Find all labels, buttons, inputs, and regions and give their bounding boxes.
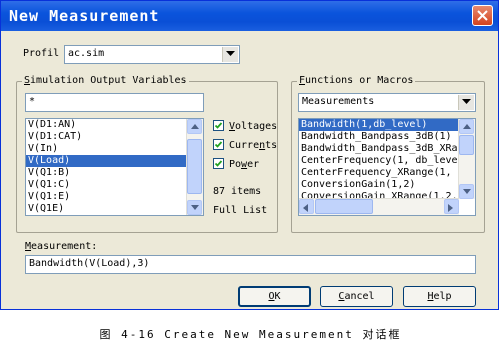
measurement-label: Measurement: xyxy=(25,241,98,252)
figure-caption: 图 4-16 Create New Measurement 对话框 xyxy=(99,328,402,341)
output-variable-item[interactable]: V(Q1:B) xyxy=(26,167,203,179)
profile-value: ac.sim xyxy=(68,48,105,59)
chevron-down-icon xyxy=(462,99,471,104)
chevron-down-icon xyxy=(463,189,471,194)
scroll-thumb[interactable] xyxy=(187,139,202,194)
close-button[interactable] xyxy=(472,5,493,26)
functions-hscrollbar[interactable] xyxy=(299,198,459,215)
scroll-up-button[interactable] xyxy=(459,119,474,134)
function-item[interactable]: ConversionGain(1,2) xyxy=(299,179,475,191)
function-item[interactable]: Bandwidth_Bandpass_3dB(1) xyxy=(299,131,475,143)
scroll-down-button[interactable] xyxy=(459,184,474,199)
function-item[interactable]: Bandwidth_Bandpass_3dB_XRa xyxy=(299,143,475,155)
chevron-left-icon xyxy=(303,204,308,212)
voltages-label: Voltages xyxy=(229,121,278,132)
item-count: 87 items xyxy=(213,186,262,197)
power-label: Power xyxy=(229,159,260,170)
output-variable-item[interactable]: V(Q1:C) xyxy=(26,179,203,191)
help-button[interactable]: Help xyxy=(403,286,476,307)
profile-dropdown[interactable]: ac.sim xyxy=(64,45,240,64)
title-bar[interactable]: New Measurement xyxy=(1,1,498,31)
functions-dropdown-arrow[interactable] xyxy=(458,95,474,110)
chevron-down-icon xyxy=(191,205,199,210)
chevron-right-icon xyxy=(448,204,453,212)
chevron-up-icon xyxy=(191,124,199,129)
output-variables-scrollbar[interactable] xyxy=(186,119,203,215)
output-variables-group-label: Simulation Output Variables xyxy=(22,75,189,86)
checkmark-icon xyxy=(214,160,223,167)
functions-vscrollbar[interactable] xyxy=(458,119,475,199)
output-variable-item[interactable]: V(D1:AN) xyxy=(26,119,203,131)
functions-dropdown[interactable]: Measurements xyxy=(298,93,476,112)
functions-group-label: Functions or Macros xyxy=(297,75,416,86)
functions-list[interactable]: Bandwidth(1,db_level) Bandwidth_Bandpass_… xyxy=(298,118,476,216)
chevron-down-icon xyxy=(226,51,235,56)
scroll-up-button[interactable] xyxy=(187,119,202,134)
function-item[interactable]: CenterFrequency_XRange(1, xyxy=(299,167,475,179)
chevron-up-icon xyxy=(463,124,471,129)
output-variables-list[interactable]: V(D1:AN) V(D1:CAT) V(In) V(Load) V(Q1:B) V(Q1… xyxy=(25,118,204,216)
currents-label: Currents xyxy=(229,140,278,151)
measurement-input[interactable]: Bandwidth(V(Load),3) xyxy=(25,255,476,274)
output-variable-item[interactable]: V(Q1E) xyxy=(26,203,203,215)
profile-dropdown-arrow[interactable] xyxy=(222,47,238,62)
scroll-thumb[interactable] xyxy=(459,135,474,155)
checkmark-icon xyxy=(214,141,223,148)
scroll-right-button[interactable] xyxy=(444,199,459,214)
output-variables-items: V(D1:AN) V(D1:CAT) V(In) V(Load) V(Q1:B) V(Q1… xyxy=(26,119,203,215)
output-variable-item[interactable]: V(Q1:E) xyxy=(26,191,203,203)
variable-filter-input[interactable]: * xyxy=(25,93,204,112)
scroll-down-button[interactable] xyxy=(187,200,202,215)
ok-button[interactable]: OK xyxy=(238,286,311,307)
functions-dropdown-value: Measurements xyxy=(302,96,375,107)
profile-label: Profil xyxy=(23,48,60,59)
power-checkbox[interactable] xyxy=(213,158,224,169)
function-item[interactable]: Bandwidth(1,db_level) xyxy=(299,119,475,131)
full-list-label[interactable]: Full List xyxy=(213,205,267,216)
checkmark-icon xyxy=(214,122,223,129)
close-icon xyxy=(477,10,488,21)
currents-checkbox[interactable] xyxy=(213,139,224,150)
hscroll-thumb[interactable] xyxy=(315,199,373,214)
function-item[interactable]: CenterFrequency(1, db_leve xyxy=(299,155,475,167)
output-variable-item[interactable]: V(D1:CAT) xyxy=(26,131,203,143)
voltages-checkbox[interactable] xyxy=(213,120,224,131)
functions-items: Bandwidth(1,db_level) Bandwidth_Bandpass_… xyxy=(299,119,475,203)
scroll-left-button[interactable] xyxy=(299,199,314,214)
window-title: New Measurement xyxy=(9,7,160,25)
new-measurement-dialog: New Measurement Profil ac.sim Simulation… xyxy=(0,0,499,310)
cancel-button[interactable]: Cancel xyxy=(320,286,393,307)
output-variable-item[interactable]: V(Load) xyxy=(26,155,203,167)
output-variable-item[interactable]: V(In) xyxy=(26,143,203,155)
